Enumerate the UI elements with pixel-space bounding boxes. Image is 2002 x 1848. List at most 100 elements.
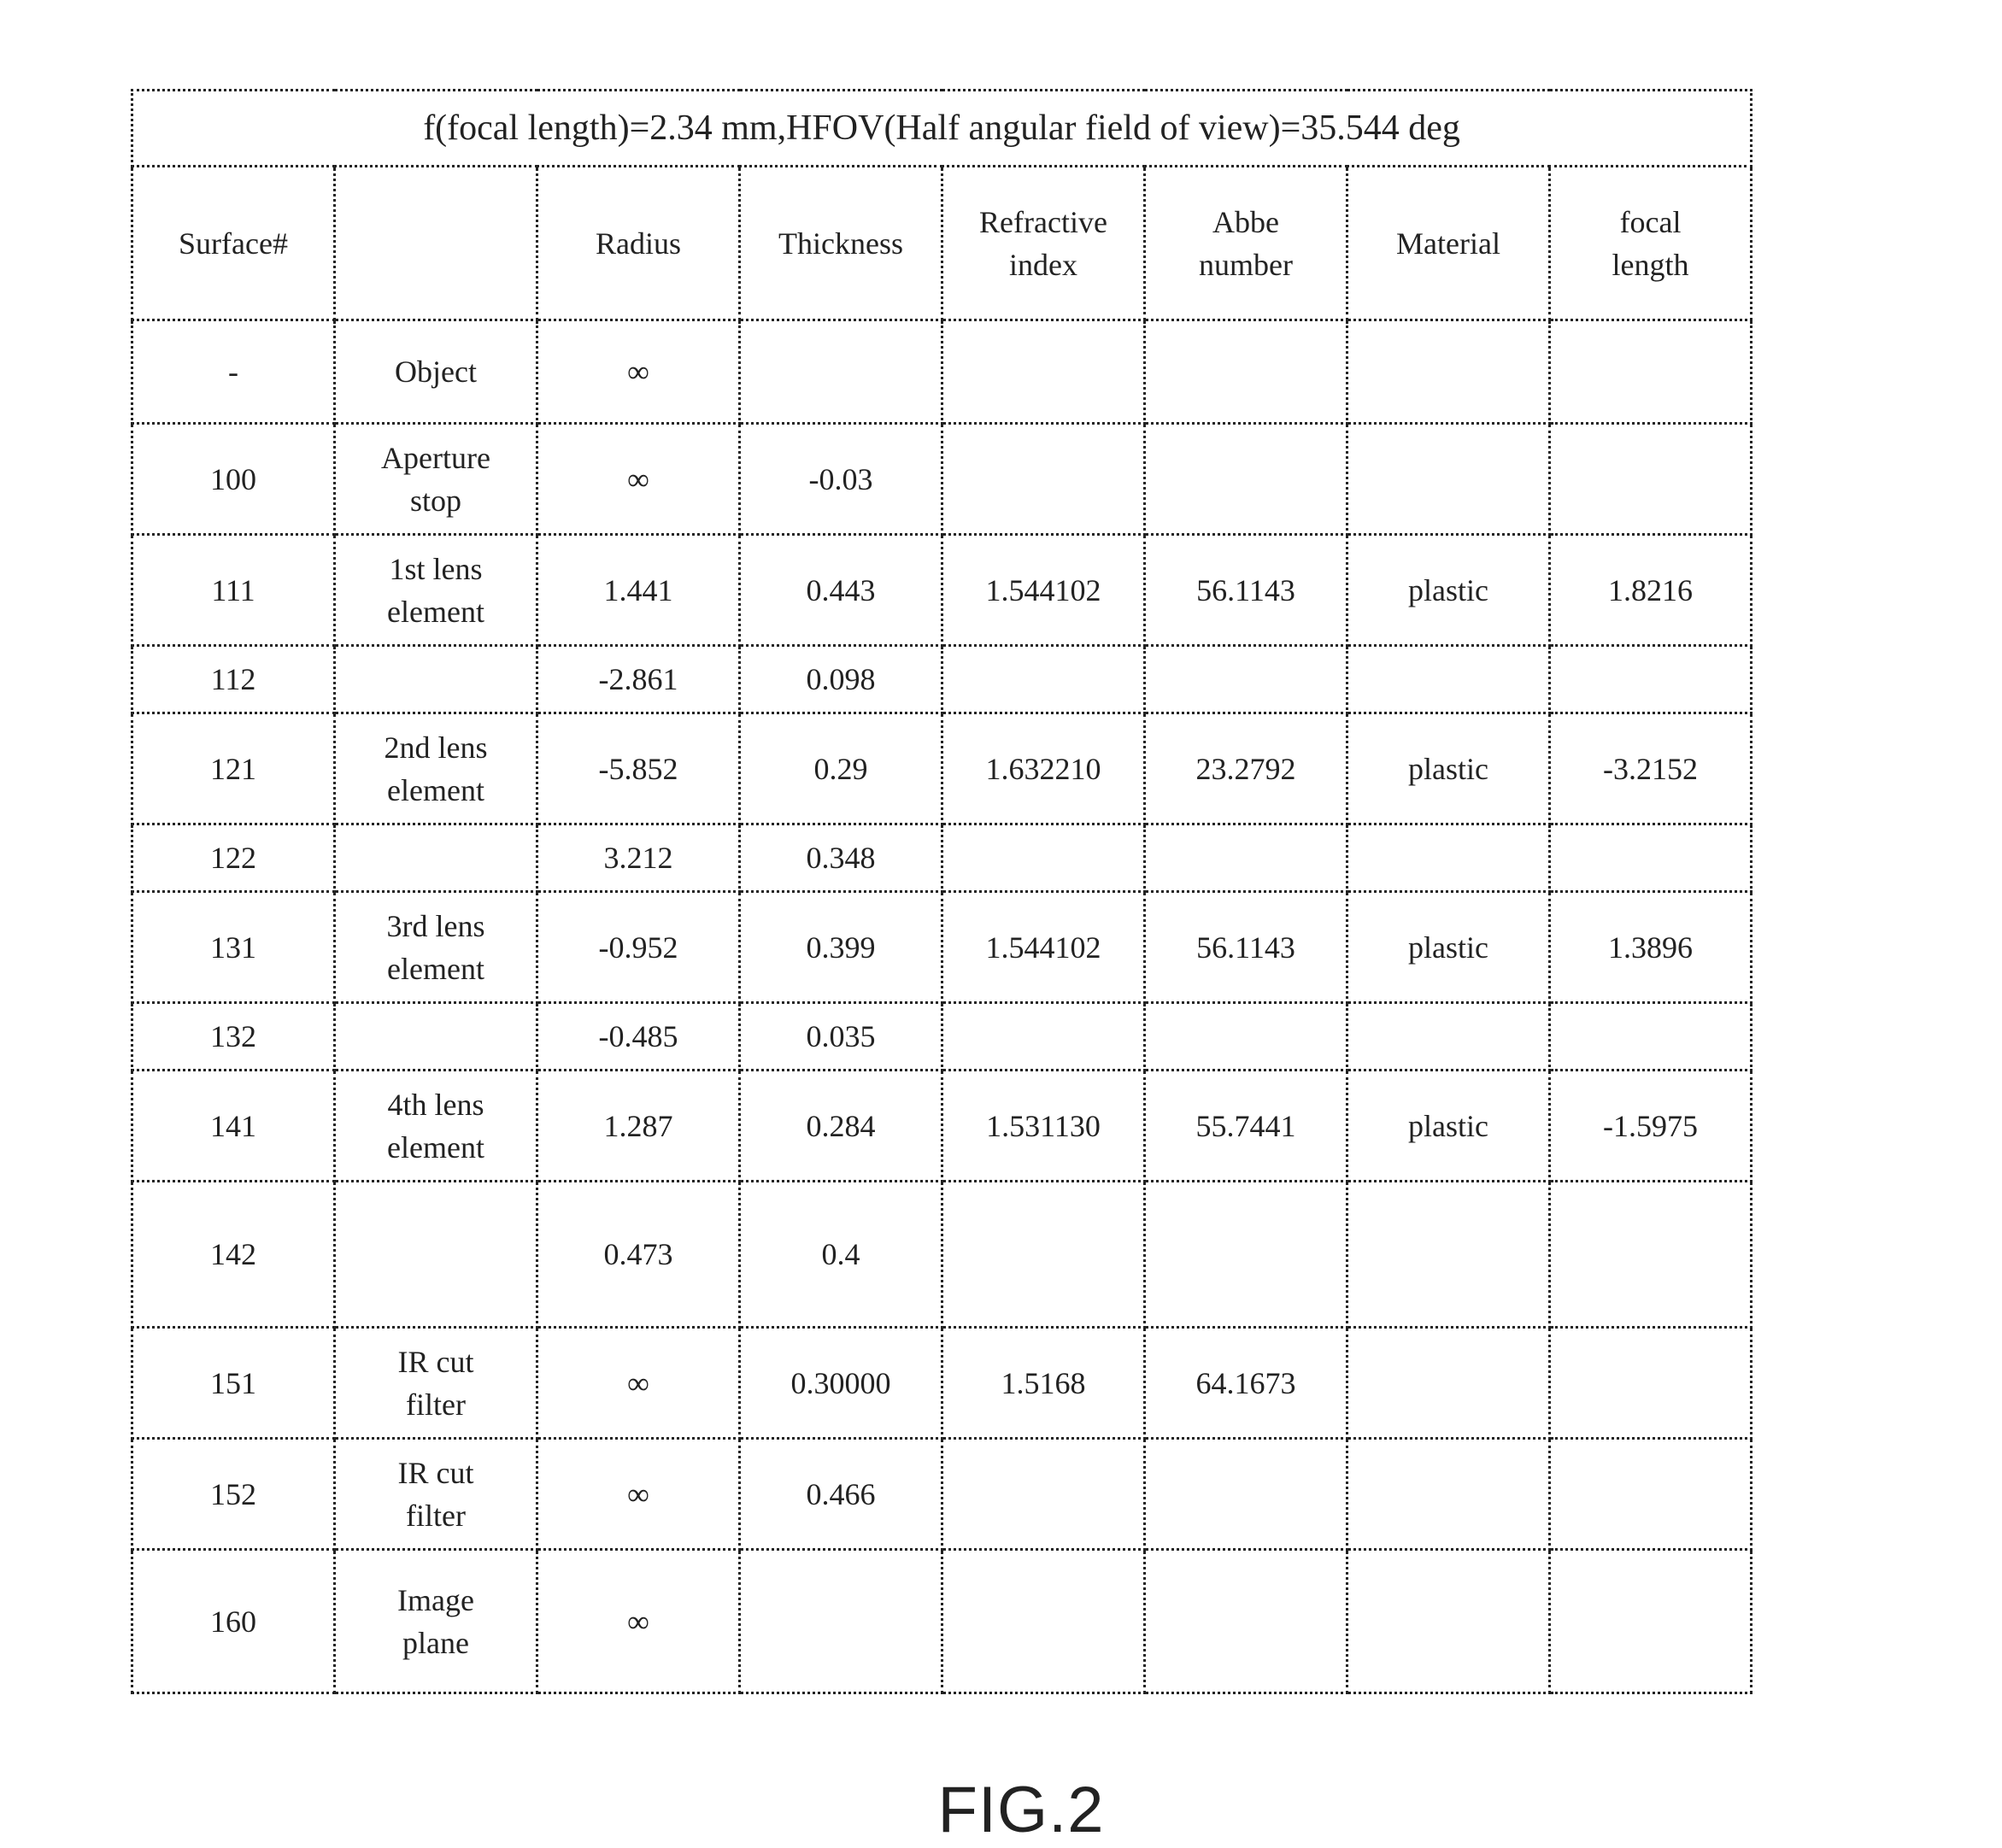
lens-data-table: f(focal length)=2.34 mm,HFOV(Half angula… (130, 89, 1753, 1694)
figure-label: FIG.2 (937, 1774, 1105, 1846)
surface-cell: 141 (131, 1069, 336, 1182)
table-row: 100 Aperture stop ∞ -0.03 (131, 422, 1753, 536)
table-row: 122 3.212 0.348 (131, 823, 1753, 893)
element-name-cell: Aperture stop (333, 422, 538, 536)
surface-cell: 160 (131, 1548, 336, 1694)
element-name-line: element (387, 594, 484, 629)
abbe-number-cell (1143, 823, 1348, 893)
surface-cell: 132 (131, 1001, 336, 1071)
radius-cell: 0.473 (536, 1180, 741, 1329)
table-row: - Object ∞ (131, 319, 1753, 425)
element-name-line: plane (402, 1625, 469, 1660)
material-cell (1346, 1001, 1551, 1071)
element-name-line: filter (406, 1387, 466, 1422)
focal-length-cell (1547, 1548, 1753, 1694)
element-name-line: Aperture (381, 440, 490, 475)
material-cell (1346, 1548, 1551, 1694)
surface-cell: - (131, 319, 336, 425)
header-row: Surface# Radius Thickness Refractive inde… (131, 165, 1753, 321)
focal-length-cell (1547, 422, 1753, 536)
surface-cell: 100 (131, 422, 336, 536)
material-cell (1346, 319, 1551, 425)
table-row: 131 3rd lens element -0.952 0.399 1.544102 56.… (131, 890, 1753, 1004)
element-name-line: element (387, 951, 484, 986)
refractive-index-cell (941, 1437, 1146, 1551)
header-refractive-index: Refractive index (941, 165, 1146, 321)
table-row: 142 0.473 0.4 (131, 1180, 1753, 1329)
abbe-number-cell: 64.1673 (1143, 1326, 1348, 1440)
refractive-index-cell (941, 1548, 1146, 1694)
abbe-number-cell (1143, 1001, 1348, 1071)
surface-cell: 121 (131, 712, 336, 825)
surface-cell: 131 (131, 890, 336, 1004)
thickness-cell: 0.399 (738, 890, 943, 1004)
thickness-cell: 0.284 (738, 1069, 943, 1182)
element-name-line: stop (409, 483, 461, 518)
surface-cell: 112 (131, 644, 336, 714)
header-text: index (1009, 247, 1077, 282)
thickness-cell: 0.29 (738, 712, 943, 825)
focal-length-cell (1547, 823, 1753, 893)
material-cell (1346, 422, 1551, 536)
material-cell: plastic (1346, 1069, 1551, 1182)
thickness-cell: 0.348 (738, 823, 943, 893)
thickness-cell: 0.30000 (738, 1326, 943, 1440)
thickness-cell: 0.4 (738, 1180, 943, 1329)
focal-length-cell: 1.3896 (1547, 890, 1753, 1004)
element-name-line: Object (395, 355, 477, 389)
abbe-number-cell (1143, 319, 1348, 425)
element-name-line: 2nd lens (384, 730, 488, 765)
radius-cell: 1.441 (536, 533, 741, 647)
radius-cell: 3.212 (536, 823, 741, 893)
refractive-index-cell (941, 319, 1146, 425)
element-name-line: element (387, 772, 484, 807)
element-name-cell (333, 1001, 538, 1071)
table-title: f(focal length)=2.34 mm,HFOV(Half angula… (130, 89, 1753, 167)
header-element (333, 165, 538, 321)
focal-length-cell (1547, 319, 1753, 425)
abbe-number-cell: 56.1143 (1143, 533, 1348, 647)
refractive-index-cell (941, 1001, 1146, 1071)
material-cell (1346, 644, 1551, 714)
element-name-cell: 4th lens element (333, 1069, 538, 1182)
material-cell: plastic (1346, 890, 1551, 1004)
header-text: number (1199, 247, 1293, 282)
surface-cell: 142 (131, 1180, 336, 1329)
header-text: Material (1396, 226, 1500, 261)
radius-cell: -0.952 (536, 890, 741, 1004)
element-name-line: Image (397, 1582, 474, 1617)
header-surface: Surface# (131, 165, 336, 321)
surface-cell: 152 (131, 1437, 336, 1551)
header-material: Material (1346, 165, 1551, 321)
refractive-index-cell (941, 644, 1146, 714)
header-text: length (1612, 247, 1689, 282)
element-name-cell (333, 644, 538, 714)
surface-cell: 122 (131, 823, 336, 893)
element-name-cell: 1st lens element (333, 533, 538, 647)
focal-length-cell: -1.5975 (1547, 1069, 1753, 1182)
surface-cell: 111 (131, 533, 336, 647)
table-row: 111 1st lens element 1.441 0.443 1.544102 56.1… (131, 533, 1753, 647)
element-name-cell (333, 823, 538, 893)
thickness-cell (738, 1548, 943, 1694)
abbe-number-cell (1143, 1180, 1348, 1329)
element-name-line: IR cut (397, 1344, 474, 1379)
table-row: 132 -0.485 0.035 (131, 1001, 1753, 1071)
element-name-line: 4th lens (387, 1087, 484, 1122)
focal-length-cell: -3.2152 (1547, 712, 1753, 825)
table-row: 121 2nd lens element -5.852 0.29 1.632210 23.2… (131, 712, 1753, 825)
element-name-line: filter (406, 1498, 466, 1533)
abbe-number-cell: 23.2792 (1143, 712, 1348, 825)
header-thickness: Thickness (738, 165, 943, 321)
element-name-cell: IR cut filter (333, 1437, 538, 1551)
refractive-index-cell: 1.5168 (941, 1326, 1146, 1440)
material-cell: plastic (1346, 533, 1551, 647)
material-cell (1346, 1180, 1551, 1329)
refractive-index-cell (941, 1180, 1146, 1329)
header-text: Surface# (179, 226, 288, 261)
radius-cell: ∞ (536, 1326, 741, 1440)
radius-cell: -5.852 (536, 712, 741, 825)
abbe-number-cell (1143, 422, 1348, 536)
refractive-index-cell: 1.531130 (941, 1069, 1146, 1182)
refractive-index-cell: 1.544102 (941, 890, 1146, 1004)
